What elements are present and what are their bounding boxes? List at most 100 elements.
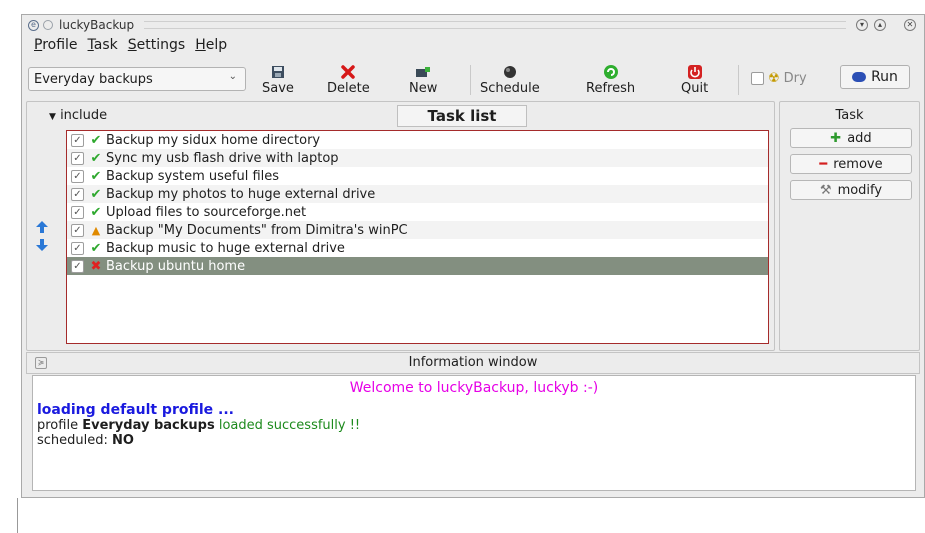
schedule-button[interactable]: Schedule <box>480 63 540 96</box>
task-include-checkbox[interactable]: ✓ <box>71 241 84 255</box>
toolbar-separator <box>738 65 739 95</box>
sticky-icon[interactable] <box>43 20 53 30</box>
task-row[interactable]: ✓ ✔ Backup music to huge external drive <box>67 239 768 257</box>
toolbar-separator <box>470 65 471 95</box>
maximize-icon[interactable]: ▴ <box>874 19 886 31</box>
menu-help[interactable]: Help <box>195 37 227 53</box>
menu-profile[interactable]: Profile <box>34 37 78 53</box>
scheduled-line: scheduled: NO <box>37 433 911 448</box>
move-down-icon[interactable] <box>35 238 49 252</box>
task-include-checkbox[interactable]: ✓ <box>71 169 84 183</box>
dry-label: Dry <box>783 71 807 86</box>
refresh-icon <box>586 63 635 81</box>
profile-select-value: Everyday backups <box>34 71 153 87</box>
include-toggle[interactable]: ▼ include <box>49 108 107 123</box>
plus-icon: ✚ <box>830 130 842 146</box>
power-icon <box>681 63 708 81</box>
ok-status-icon: ✔ <box>90 204 102 220</box>
run-label: Run <box>871 69 898 85</box>
clock-icon <box>480 63 540 81</box>
delete-button[interactable]: Delete <box>327 63 370 96</box>
new-button[interactable]: New <box>409 63 437 96</box>
task-label: Sync my usb flash drive with laptop <box>106 150 339 166</box>
remove-task-button[interactable]: ━ remove <box>790 154 912 174</box>
app-icon: e <box>28 19 39 31</box>
run-button[interactable]: Run <box>840 65 910 89</box>
modify-label: modify <box>837 182 883 198</box>
include-label: include <box>60 108 108 123</box>
information-window: Welcome to luckyBackup, luckyb :-) loadi… <box>32 375 916 491</box>
main-window: e luckyBackup ▾ ▴ ✕ Profile Task Setting… <box>21 14 925 498</box>
loaded-status: loaded successfully !! <box>218 418 361 433</box>
refresh-button[interactable]: Refresh <box>586 63 635 96</box>
task-label: Backup "My Documents" from Dimitra's win… <box>106 222 408 238</box>
save-label: Save <box>262 81 294 96</box>
refresh-label: Refresh <box>586 81 636 96</box>
minus-icon: ━ <box>819 156 828 172</box>
title-bar[interactable]: e luckyBackup ▾ ▴ ✕ <box>22 15 924 35</box>
close-icon[interactable]: ✕ <box>904 19 916 31</box>
minimize-icon[interactable]: ▾ <box>856 19 868 31</box>
run-icon <box>852 72 867 82</box>
warning-status-icon: ▲ <box>91 223 101 237</box>
task-include-checkbox[interactable]: ✓ <box>71 151 84 165</box>
remove-label: remove <box>833 156 883 172</box>
new-task-icon <box>409 63 437 81</box>
save-button[interactable]: Save <box>262 63 294 96</box>
add-task-button[interactable]: ✚ add <box>790 128 912 148</box>
task-row[interactable]: ✓ ✔ Upload files to sourceforge.net <box>67 203 768 221</box>
quit-button[interactable]: Quit <box>681 63 708 96</box>
task-include-checkbox[interactable]: ✓ <box>71 205 84 219</box>
profile-name: Everyday backups <box>82 418 215 433</box>
dry-run-checkbox[interactable] <box>751 72 764 85</box>
task-row[interactable]: ✓ ✔ Sync my usb flash drive with laptop <box>67 149 768 167</box>
background-divider <box>17 498 18 533</box>
profile-select[interactable]: Everyday backups ⌄ <box>28 67 246 91</box>
ok-status-icon: ✔ <box>90 186 102 202</box>
task-row[interactable]: ✓ ✔ Backup my photos to huge external driv… <box>67 185 768 203</box>
task-label: Backup my photos to huge external drive <box>106 186 376 202</box>
add-label: add <box>847 130 872 146</box>
menu-settings[interactable]: Settings <box>128 37 185 53</box>
task-label: Backup my sidux home directory <box>106 132 321 148</box>
move-up-icon[interactable] <box>35 220 49 234</box>
task-include-checkbox[interactable]: ✓ <box>71 133 84 147</box>
task-label: Upload files to sourceforge.net <box>106 204 307 220</box>
collapse-icon[interactable]: ≽ <box>35 357 47 369</box>
task-row[interactable]: ✓ ▲ Backup "My Documents" from Dimitra's w… <box>67 221 768 239</box>
menu-task[interactable]: Task <box>88 37 118 53</box>
title-grip <box>144 21 846 29</box>
task-label: Backup ubuntu home <box>106 258 246 274</box>
delete-label: Delete <box>327 81 370 96</box>
loading-message: loading default profile ... <box>37 402 234 418</box>
new-label: New <box>409 81 438 96</box>
task-list-title: Task list <box>397 105 527 127</box>
ok-status-icon: ✔ <box>90 240 102 256</box>
task-row[interactable]: ✓ ✖ Backup ubuntu home <box>67 257 768 275</box>
task-include-checkbox[interactable]: ✓ <box>71 259 84 273</box>
delete-icon <box>327 63 370 81</box>
schedule-label: Schedule <box>480 81 540 96</box>
task-include-checkbox[interactable]: ✓ <box>71 223 84 237</box>
radiation-icon: ☢ <box>768 71 780 86</box>
task-side-panel: Task ✚ add ━ remove ⚒ modify <box>779 101 920 351</box>
toolbar: Everyday backups ⌄ Save Delete New Sched… <box>26 59 920 99</box>
task-list[interactable]: ✓ ✔ Backup my sidux home directory ✓ ✔ Sync m… <box>66 130 769 344</box>
scheduled-label: scheduled: <box>37 433 108 448</box>
profile-loaded-line: profile Everyday backups loaded successf… <box>37 418 911 433</box>
wrench-icon: ⚒ <box>819 182 832 198</box>
chevron-down-icon: ⌄ <box>228 71 237 82</box>
menu-bar: Profile Task Settings Help <box>34 37 227 53</box>
modify-task-button[interactable]: ⚒ modify <box>790 180 912 200</box>
info-window-header: ≽ Information window <box>26 352 920 374</box>
task-row[interactable]: ✓ ✔ Backup my sidux home directory <box>67 131 768 149</box>
welcome-message: Welcome to luckyBackup, luckyb :-) <box>349 380 599 396</box>
task-row[interactable]: ✓ ✔ Backup system useful files <box>67 167 768 185</box>
scheduled-value: NO <box>112 433 134 448</box>
dry-run-toggle[interactable]: ☢ Dry <box>751 71 807 86</box>
task-include-checkbox[interactable]: ✓ <box>71 187 84 201</box>
profile-prefix: profile <box>37 418 79 433</box>
error-status-icon: ✖ <box>90 258 102 274</box>
window-title: luckyBackup <box>59 18 135 32</box>
ok-status-icon: ✔ <box>90 168 102 184</box>
